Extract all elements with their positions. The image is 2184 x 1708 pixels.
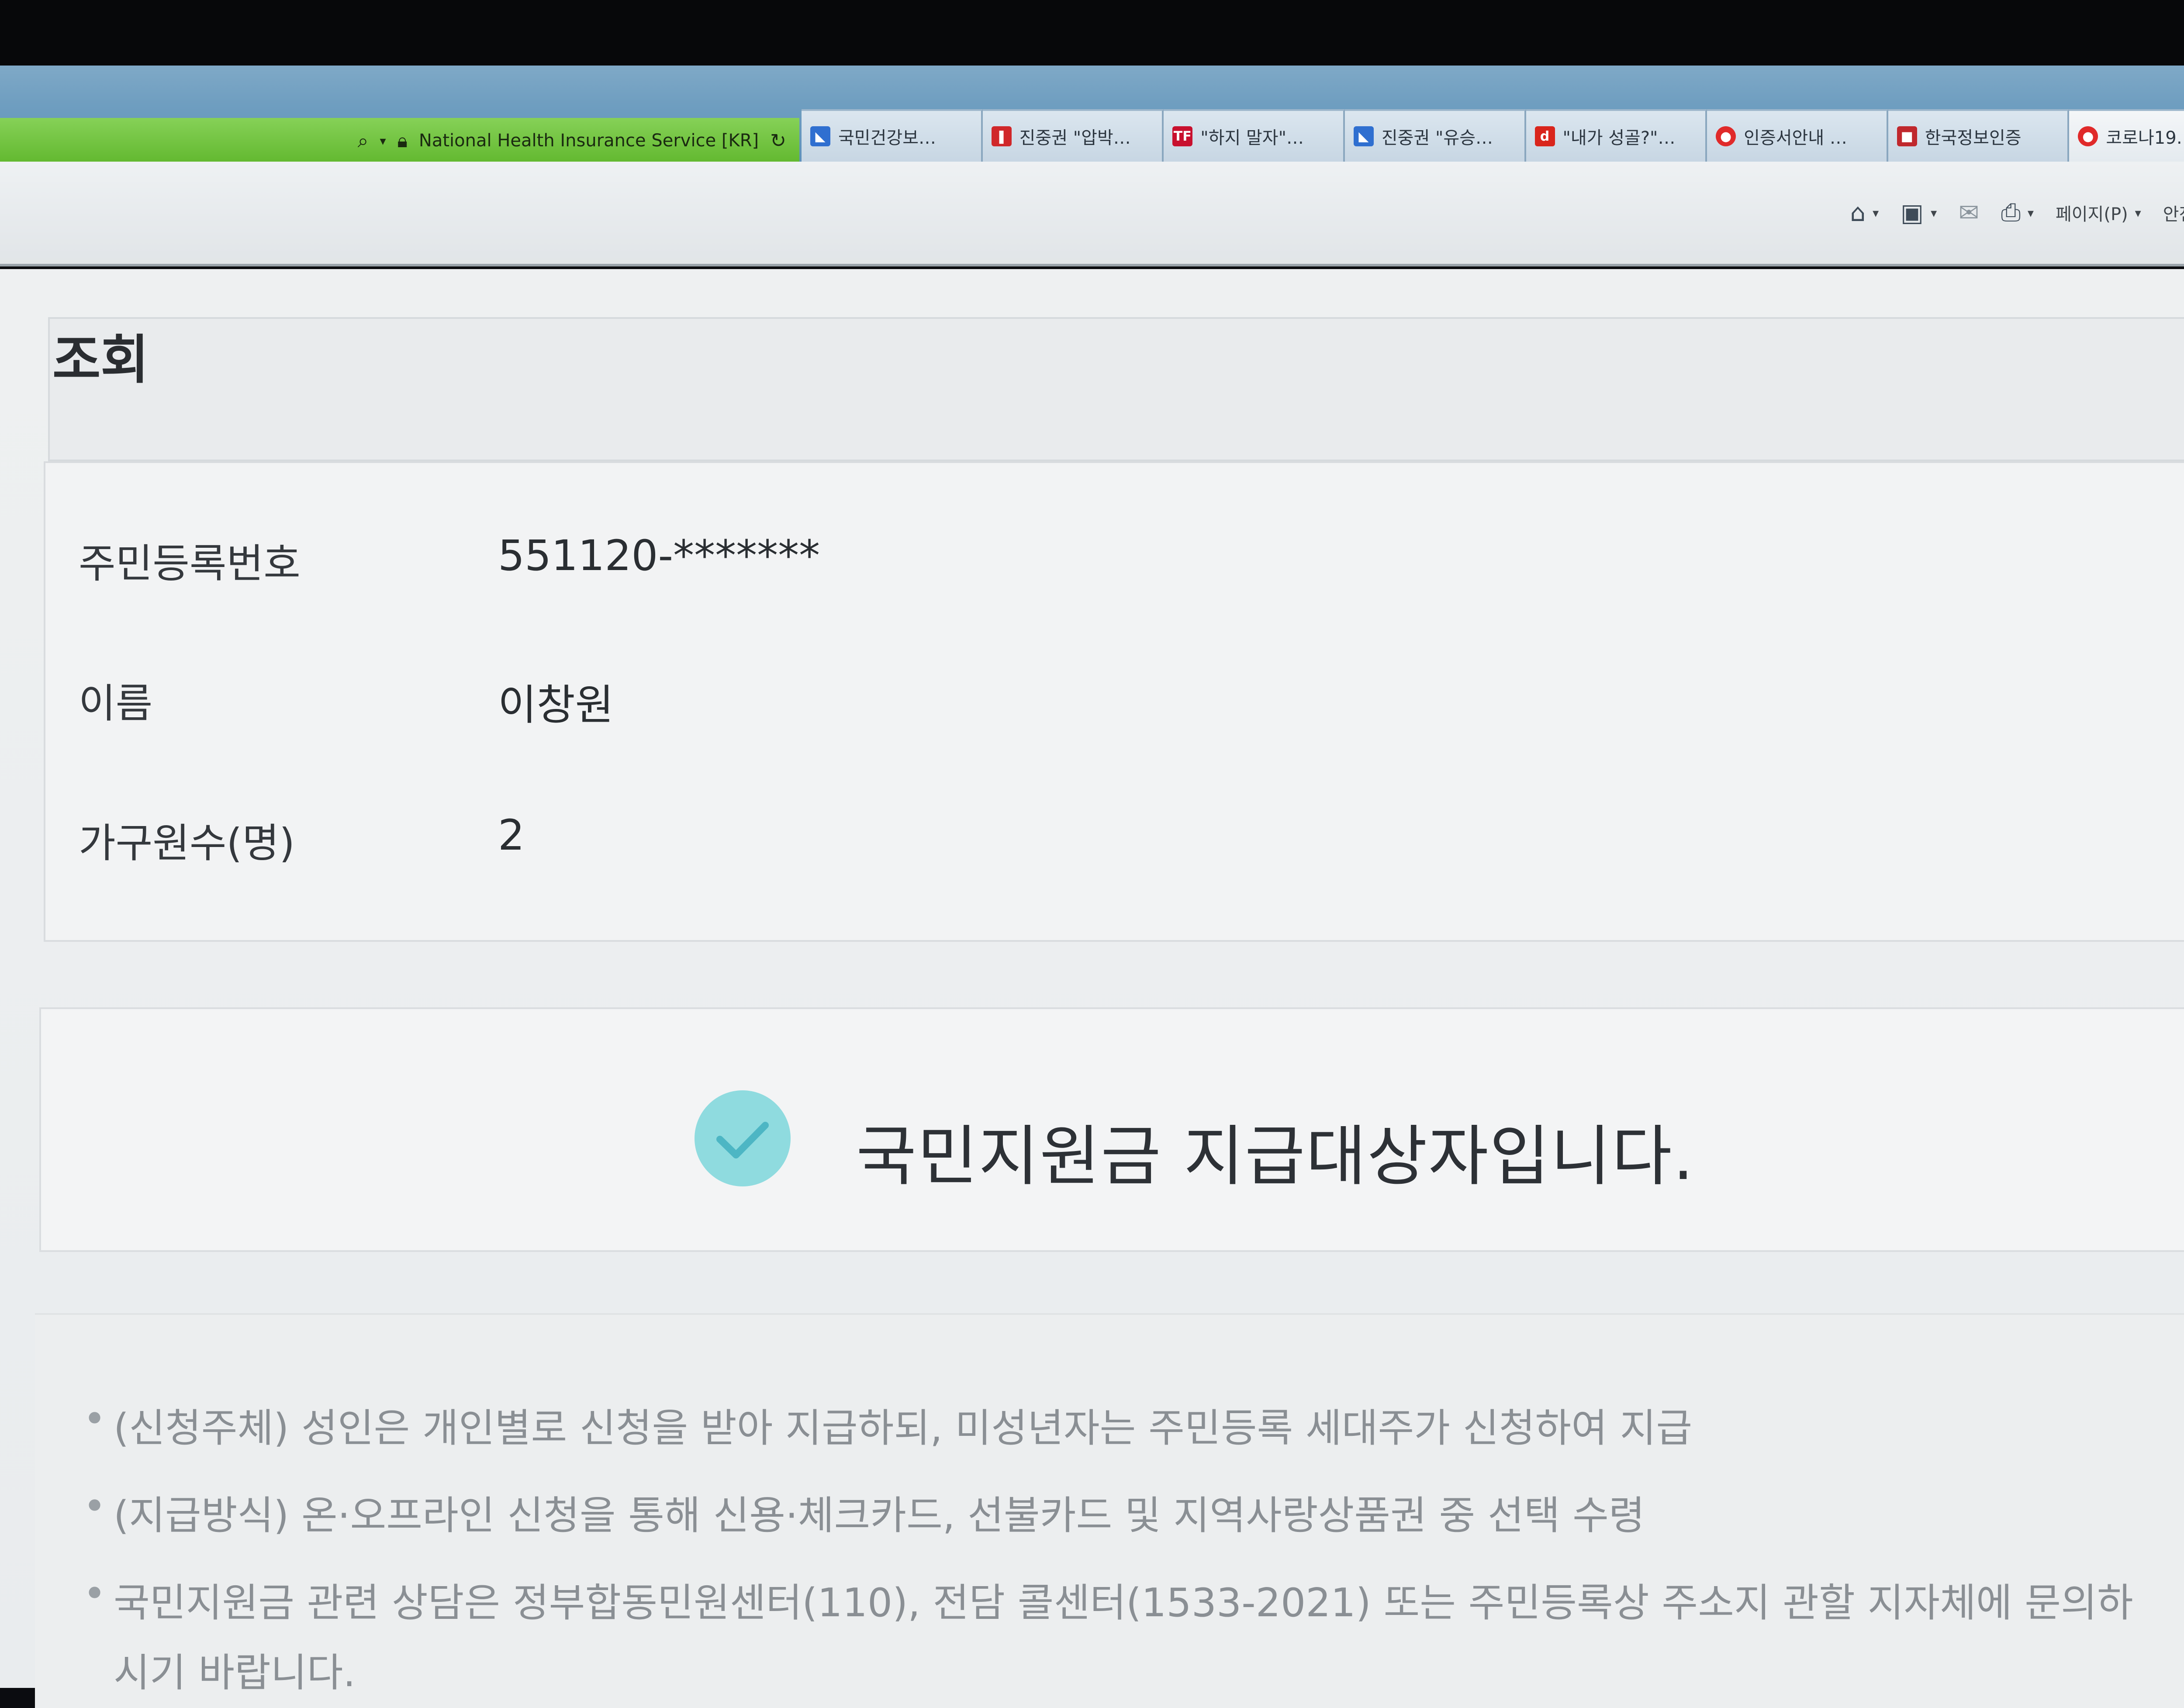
kica-favicon-icon: ■ xyxy=(1897,126,1917,146)
rrn-value: 551120-******* xyxy=(498,531,820,580)
monitor-bezel xyxy=(0,0,2184,66)
notice-item: 국민지원금 관련 상담은 정부합동민원센터(110), 전담 콜센터(1533-… xyxy=(83,1571,2133,1628)
tab-label: 한국정보인증 xyxy=(1925,128,2022,148)
nhis-favicon-icon: ◣ xyxy=(1353,126,1374,146)
tab-label: 진중권 "압박… xyxy=(1019,128,1131,148)
tab-label: "하지 말자"… xyxy=(1200,128,1304,148)
red-circle-favicon-icon: ● xyxy=(1716,126,1736,146)
home-button[interactable]: ⌂ ▾ xyxy=(1850,199,1879,227)
tab-3[interactable]: TF "하지 말자"… xyxy=(1164,109,1345,162)
tab-4[interactable]: ◣ 진중권 "유승… xyxy=(1344,109,1526,162)
red-circle-favicon-icon: ● xyxy=(2078,126,2098,146)
notice-item: (신청주체) 성인은 개인별로 신청을 받아 지급하되, 미성년자는 주민등록 … xyxy=(83,1396,1692,1453)
rrn-label: 주민등록번호 xyxy=(79,540,301,587)
notice-item-continued: 시기 바랍니다. xyxy=(114,1650,356,1696)
safety-menu[interactable]: 안전(S) ▾ xyxy=(2163,200,2184,225)
page-menu-label: 페이지(P) xyxy=(2055,204,2128,225)
chevron-down-icon[interactable]: ▾ xyxy=(1873,206,1879,220)
d-favicon-icon: d xyxy=(1534,126,1555,146)
tab-1[interactable]: ◣ 국민건강보… xyxy=(802,109,983,162)
nhis-favicon-icon: ◣ xyxy=(810,126,830,146)
tab-label: 국민건강보… xyxy=(838,128,936,148)
tab-7[interactable]: ■ 한국정보인증 xyxy=(1888,109,2070,162)
household-label: 가구원수(명) xyxy=(79,820,295,867)
tab-2[interactable]: ❚ 진중권 "압박… xyxy=(982,109,1164,162)
read-mail-button[interactable]: ✉ xyxy=(1959,199,1979,227)
home-icon: ⌂ xyxy=(1850,198,1866,227)
notice-item: (지급방식) 온·오프라인 신청을 통해 신용·체크카드, 선불카드 및 지역사… xyxy=(83,1483,1645,1540)
eligibility-result: 국민지원금 지급대상자입니다. xyxy=(856,1119,1695,1195)
title-panel xyxy=(48,317,2184,461)
print-icon: ⎙ xyxy=(2001,198,2021,227)
tab-label: 코로나19… xyxy=(2106,128,2184,148)
tab-label: 인증서안내 … xyxy=(1744,128,1847,148)
household-value: 2 xyxy=(498,811,525,860)
tab-label: 진중권 "유승… xyxy=(1381,128,1493,148)
tab-5[interactable]: d "내가 성골?"… xyxy=(1526,109,1707,162)
tab-8-active[interactable]: ● 코로나19… × xyxy=(2069,109,2184,162)
name-value: 이창원 xyxy=(498,681,614,730)
page-menu[interactable]: 페이지(P) ▾ xyxy=(2056,200,2141,225)
feeds-button[interactable]: ▣ ▾ xyxy=(1901,199,1937,227)
info-panel xyxy=(44,461,2184,942)
search-icon[interactable]: ⌕ xyxy=(358,130,369,152)
page-content: 조회 주민등록번호 551120-******* 이름 이창원 가구원수(명) … xyxy=(0,269,2184,1708)
chevron-down-icon[interactable]: ▾ xyxy=(2028,206,2034,220)
page-title: 조회 xyxy=(52,330,149,391)
chevron-down-icon[interactable]: ▾ xyxy=(1931,206,1937,220)
checkmark-icon xyxy=(695,1090,791,1186)
safety-menu-label: 안전(S) xyxy=(2163,204,2184,225)
address-site-label[interactable]: National Health Insurance Service [KR] xyxy=(419,131,759,151)
print-button[interactable]: ⎙ ▾ xyxy=(2001,198,2034,227)
news-favicon-icon: ❚ xyxy=(991,126,1012,146)
refresh-icon[interactable]: ↻ xyxy=(770,130,786,152)
dropdown-arrow-icon[interactable]: ▾ xyxy=(380,134,386,148)
chevron-down-icon: ▾ xyxy=(2135,205,2141,220)
command-bar: ⌂ ▾ ▣ ▾ ✉ ⎙ ▾ 페이지(P) ▾ 안전(S) ▾ xyxy=(0,162,2184,266)
tab-label: "내가 성골?"… xyxy=(1562,128,1676,148)
tab-strip: ◣ 국민건강보… ❚ 진중권 "압박… TF "하지 말자"… ◣ 진중권 "유… xyxy=(802,109,2184,162)
tf-favicon-icon: TF xyxy=(1172,126,1193,146)
lock-icon[interactable]: 🔒︎ xyxy=(397,130,408,152)
rss-icon: ▣ xyxy=(1901,198,1924,227)
address-bar[interactable]: ⌕ ▾ 🔒︎ National Health Insurance Service… xyxy=(0,118,799,166)
tab-6[interactable]: ● 인증서안내 … xyxy=(1707,109,1888,162)
mail-icon: ✉ xyxy=(1959,198,1980,227)
name-label: 이름 xyxy=(79,680,153,727)
